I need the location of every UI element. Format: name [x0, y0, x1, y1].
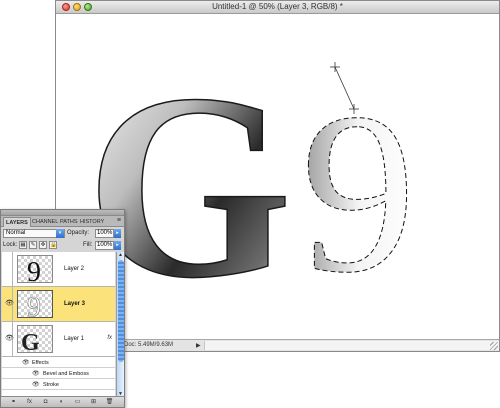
- fx-icon[interactable]: fx: [25, 398, 34, 406]
- layer-name: Layer 1: [64, 336, 85, 342]
- panel-bottom-bar: ⚭ fx ◘ ◐ ▭ ⊞ 🗑: [1, 396, 124, 407]
- effect-label: Stroke: [43, 382, 59, 388]
- layer-row-layer-3[interactable]: 👁 9 Layer 3: [2, 287, 115, 322]
- effect-row-bevel[interactable]: 👁 Bevel and Emboss: [2, 368, 115, 379]
- tab-layers[interactable]: LAYERS: [3, 217, 31, 227]
- document-title: Untitled-1 @ 50% (Layer 3, RGB/8) *: [212, 2, 343, 11]
- scroll-up-icon[interactable]: ▲: [118, 252, 123, 258]
- trash-icon[interactable]: 🗑: [105, 398, 114, 406]
- eye-icon[interactable]: 👁: [32, 381, 40, 388]
- status-menu-arrow[interactable]: ▶: [196, 342, 201, 349]
- effects-label: Effects: [32, 360, 49, 366]
- thumb-glyph: 9: [27, 257, 41, 283]
- layers-panel: LAYERS CHANNEL PATHS HISTORY ≡ Normal ▾ …: [0, 209, 125, 408]
- blend-mode-value: Normal: [6, 230, 26, 236]
- fill-field[interactable]: 100%: [95, 241, 114, 250]
- eye-icon[interactable]: 👁: [32, 370, 40, 377]
- visibility-toggle[interactable]: [3, 252, 13, 286]
- layer-thumbnail: 9: [17, 255, 53, 283]
- panel-tab-bar: LAYERS CHANNEL PATHS HISTORY ≡: [1, 216, 124, 227]
- eye-icon[interactable]: 👁: [22, 359, 30, 366]
- thumb-glyph: 9: [27, 292, 41, 318]
- mask-icon[interactable]: ◘: [41, 398, 50, 406]
- layer-row-layer-1[interactable]: 👁 G Layer 1 fx: [2, 322, 115, 357]
- lock-pixels-icon[interactable]: ✎: [29, 241, 37, 249]
- layers-scrollbar[interactable]: ▲ ▼: [116, 252, 124, 397]
- link-icon[interactable]: ⚭: [9, 398, 18, 406]
- fill-label: Fill:: [83, 242, 93, 248]
- layer-row-layer-2[interactable]: 9 Layer 2: [2, 252, 115, 287]
- resize-grip-icon[interactable]: [490, 342, 498, 350]
- lock-all-icon[interactable]: 🔒: [49, 241, 57, 249]
- effect-label: Bevel and Emboss: [43, 371, 89, 377]
- document-titlebar[interactable]: Untitled-1 @ 50% (Layer 3, RGB/8) *: [56, 1, 499, 14]
- eye-icon: 👁: [5, 300, 14, 307]
- lock-position-icon[interactable]: ✥: [39, 241, 47, 249]
- effects-header-row[interactable]: 👁 Effects: [2, 357, 115, 368]
- thumb-glyph: G: [21, 330, 40, 353]
- chevron-down-icon: ▾: [56, 229, 64, 238]
- superscript-nine-artwork: 9: [301, 65, 416, 320]
- tab-channels[interactable]: CHANNEL: [30, 217, 60, 227]
- lock-label: Lock:: [3, 242, 18, 248]
- layer-list: 9 Layer 2 👁 9 Layer 3 👁 G Layer 1 fx 👁 E…: [2, 252, 115, 397]
- adjustment-icon[interactable]: ◐: [57, 398, 66, 406]
- tab-history[interactable]: HISTORY: [78, 217, 106, 227]
- layer-name: Layer 3: [64, 301, 86, 307]
- fill-stepper[interactable]: ▸: [114, 241, 121, 250]
- eye-icon: 👁: [5, 335, 14, 342]
- effect-row-stroke[interactable]: 👁 Stroke: [2, 379, 115, 390]
- opacity-stepper[interactable]: ▸: [114, 229, 121, 238]
- opacity-label: Opacity:: [67, 230, 90, 236]
- horizontal-scrollbar[interactable]: [204, 341, 499, 350]
- blend-row: Normal ▾ Opacity: 100% ▸: [3, 229, 122, 239]
- doc-size-status: Doc: 5.49M/9.63M: [124, 342, 174, 348]
- layer-name: Layer 2: [64, 266, 85, 272]
- opacity-field[interactable]: 100%: [95, 229, 114, 238]
- visibility-toggle[interactable]: 👁: [3, 322, 14, 356]
- new-layer-icon[interactable]: ⊞: [89, 398, 98, 406]
- layer-thumbnail: 9: [17, 290, 53, 318]
- lock-row: Lock: ▦ ✎ ✥ 🔒 Fill: 100% ▸: [3, 241, 122, 251]
- layer-thumbnail: G: [17, 325, 53, 353]
- fx-icon[interactable]: fx: [107, 335, 112, 341]
- folder-icon[interactable]: ▭: [73, 398, 82, 406]
- scroll-thumb[interactable]: [118, 260, 124, 362]
- visibility-toggle[interactable]: 👁: [3, 287, 14, 321]
- lock-transparent-icon[interactable]: ▦: [19, 241, 27, 249]
- blend-mode-select[interactable]: Normal ▾: [3, 229, 65, 238]
- tab-paths[interactable]: PATHS: [58, 217, 80, 227]
- panel-menu-icon[interactable]: ≡: [117, 217, 121, 224]
